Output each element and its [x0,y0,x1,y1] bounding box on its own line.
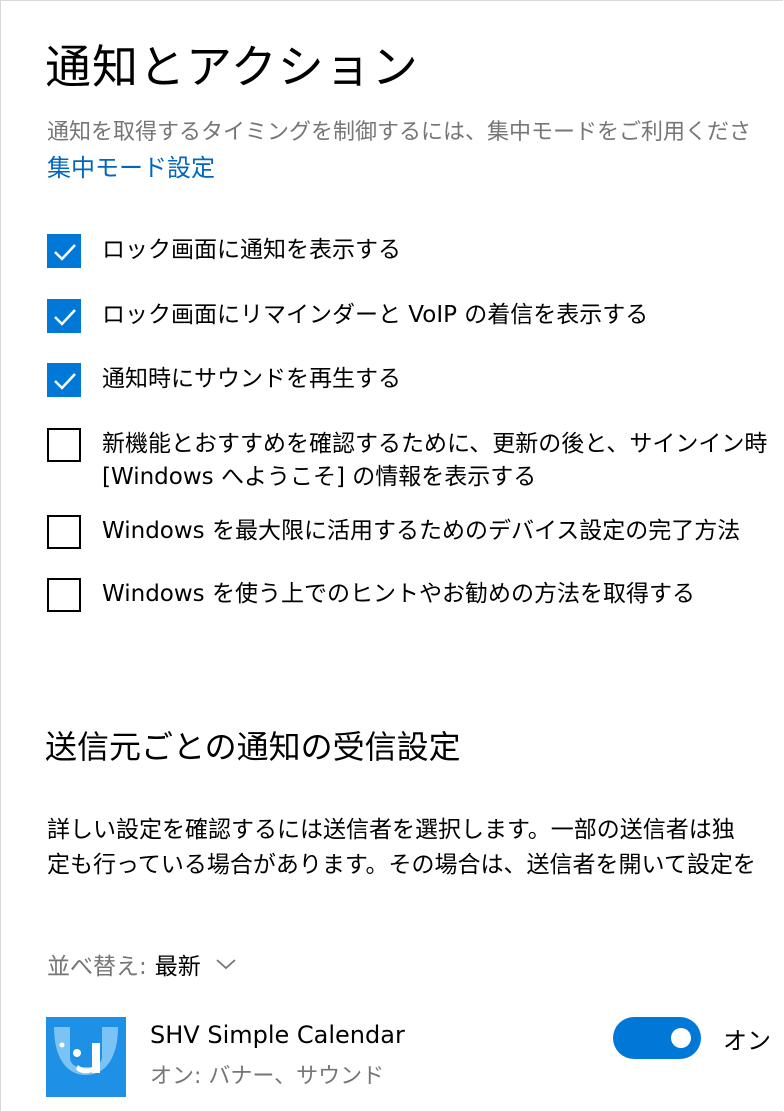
checkbox-device-setup[interactable]: Windows を最大限に活用するためのデバイス設定の完了方法 [47,515,740,549]
checkbox-box[interactable] [47,578,81,612]
calendar-app-icon[interactable] [46,1017,126,1097]
sort-value: 最新 [154,954,201,980]
senders-section-title: 送信元ごとの通知の受信設定 [45,728,461,766]
checkbox-label: Windows を使う上でのヒントやお勧めの方法を取得する [102,581,695,607]
checkbox-label: Windows を最大限に活用するためのデバイス設定の完了方法 [102,518,741,544]
checkbox-tips[interactable]: Windows を使う上でのヒントやお勧めの方法を取得する [47,578,695,612]
check-icon [54,373,76,390]
app-notification-status: オン: バナー、サウンド [150,1064,385,1089]
checkbox-label: 新機能とおすすめを確認するために、更新の後と、サインイン時 [Windows へ… [102,431,768,490]
sort-label: 並べ替え: [47,954,147,980]
checkbox-box[interactable] [47,428,81,462]
calendar-app-glyph [54,1027,118,1075]
checkbox-box[interactable] [47,515,81,549]
checkbox-box[interactable] [47,363,81,397]
chevron-down-icon [216,959,236,970]
sort-dropdown[interactable]: 並べ替え: 最新 [47,947,237,981]
check-icon [54,309,76,326]
checkbox-label: 通知時にサウンドを再生する [102,366,401,392]
checkbox-label: ロック画面に通知を表示する [102,237,401,263]
checkbox-box[interactable] [47,299,81,333]
page-title: 通知とアクション [45,40,419,94]
settings-page: 通知とアクション 通知を取得するタイミングを制御するには、集中モードをご利用くだ… [0,0,783,1112]
checkbox-show-on-lock-screen[interactable]: ロック画面に通知を表示する [47,234,401,268]
checkbox-box[interactable] [47,234,81,268]
app-name[interactable]: SHV Simple Calendar [150,1021,405,1049]
toggle-state-label: オン [723,1027,771,1055]
checkbox-play-sound[interactable]: 通知時にサウンドを再生する [47,363,401,397]
toggle-knob [671,1028,691,1048]
senders-section-description: 詳しい設定を確認するには送信者を選択します。一部の送信者は独 定も行っている場合… [47,817,756,878]
checkbox-label: ロック画面にリマインダーと VoIP の着信を表示する [102,302,649,328]
intro-text: 通知を取得するタイミングを制御するには、集中モードをご利用くださ [47,120,752,145]
check-icon [54,244,76,261]
app-notification-toggle[interactable] [613,1017,701,1059]
checkbox-welcome-experience[interactable]: 新機能とおすすめを確認するために、更新の後と、サインイン時 [Windows へ… [47,428,767,494]
focus-assist-settings-link[interactable]: 集中モード設定 [47,148,215,183]
checkbox-reminders-voip[interactable]: ロック画面にリマインダーと VoIP の着信を表示する [47,299,648,333]
